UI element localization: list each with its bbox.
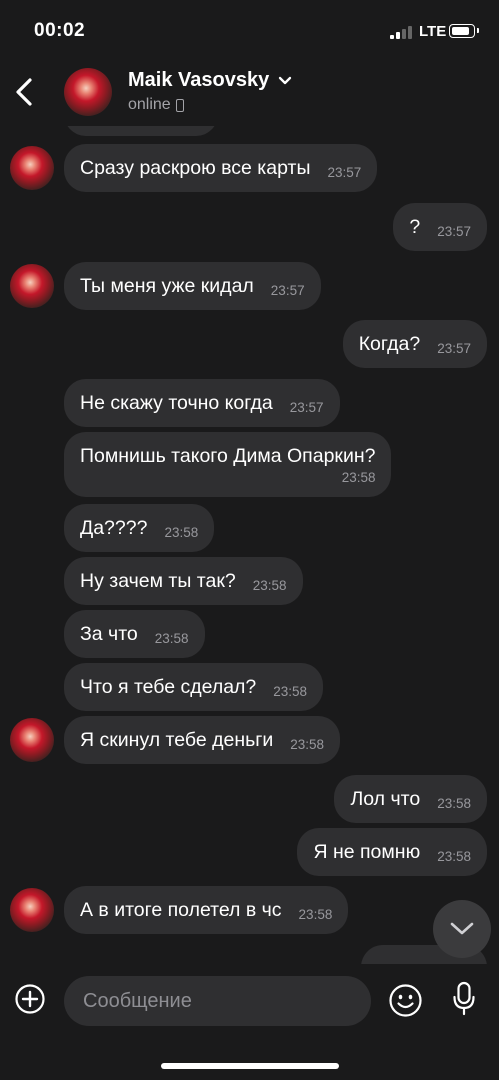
message-input[interactable] bbox=[81, 988, 354, 1014]
composer-bar bbox=[0, 964, 499, 1080]
scroll-down-icon bbox=[450, 922, 474, 935]
status-time: 00:02 bbox=[34, 20, 86, 41]
message-avatar[interactable] bbox=[10, 718, 54, 762]
contact-avatar[interactable] bbox=[64, 68, 112, 116]
signal-icon bbox=[390, 26, 412, 39]
message-input-container[interactable] bbox=[64, 976, 371, 1026]
message-bubble-outgoing[interactable]: Лол что 23:58 bbox=[334, 775, 487, 823]
scroll-down-button[interactable] bbox=[433, 900, 491, 958]
chevron-down-icon bbox=[279, 76, 292, 84]
battery-icon bbox=[449, 24, 479, 38]
chat-header: Maik Vasovsky online bbox=[0, 60, 499, 126]
message-bubble-incoming[interactable]: А в итоге полетел в чс 23:58 bbox=[64, 886, 349, 934]
partial-message-bubble bbox=[64, 126, 218, 136]
plus-icon[interactable] bbox=[15, 984, 45, 1014]
contact-status: online bbox=[128, 96, 184, 114]
microphone-icon[interactable] bbox=[452, 981, 476, 1017]
message-bubble-outgoing[interactable]: ? 23:57 bbox=[393, 203, 487, 251]
message-bubble-incoming[interactable]: Помнишь такого Дима Опаркин? 23:58 bbox=[64, 432, 392, 497]
message-bubble-incoming[interactable]: Ты меня уже кидал 23:57 bbox=[64, 262, 321, 310]
network-label: LTE bbox=[419, 23, 447, 40]
message-avatar[interactable] bbox=[10, 146, 54, 190]
message-bubble-incoming[interactable]: Да???? 23:58 bbox=[64, 504, 215, 552]
status-bar: 00:02 LTE bbox=[0, 0, 499, 60]
message-bubble-incoming[interactable]: Сразу раскрою все карты 23:57 bbox=[64, 144, 378, 192]
message-bubble-incoming[interactable]: Что я тебе сделал? 23:58 bbox=[64, 663, 324, 711]
message-bubble-outgoing[interactable]: Когда? 23:57 bbox=[342, 320, 487, 368]
contact-name-button[interactable]: Maik Vasovsky bbox=[128, 69, 292, 92]
message-bubble-incoming[interactable]: Я скинул тебе деньги 23:58 bbox=[64, 716, 341, 764]
message-bubble-incoming[interactable]: Не скажу точно когда 23:57 bbox=[64, 379, 340, 427]
message-avatar[interactable] bbox=[10, 264, 54, 308]
message-bubble-incoming[interactable]: За что 23:58 bbox=[64, 610, 205, 658]
message-bubble-incoming[interactable]: Ну зачем ты так? 23:58 bbox=[64, 557, 303, 605]
emoji-icon[interactable] bbox=[389, 984, 422, 1017]
home-indicator bbox=[161, 1063, 339, 1069]
message-list[interactable]: Сразу раскрою все карты 23:57 ? 23:57 Ты м… bbox=[0, 126, 499, 964]
message-avatar[interactable] bbox=[10, 888, 54, 932]
contact-name: Maik Vasovsky bbox=[128, 69, 270, 91]
back-arrow-icon[interactable] bbox=[12, 76, 38, 108]
phone-icon bbox=[175, 98, 184, 112]
online-status: online bbox=[128, 96, 171, 113]
message-bubble-outgoing[interactable]: Я не помню 23:58 bbox=[297, 828, 487, 876]
